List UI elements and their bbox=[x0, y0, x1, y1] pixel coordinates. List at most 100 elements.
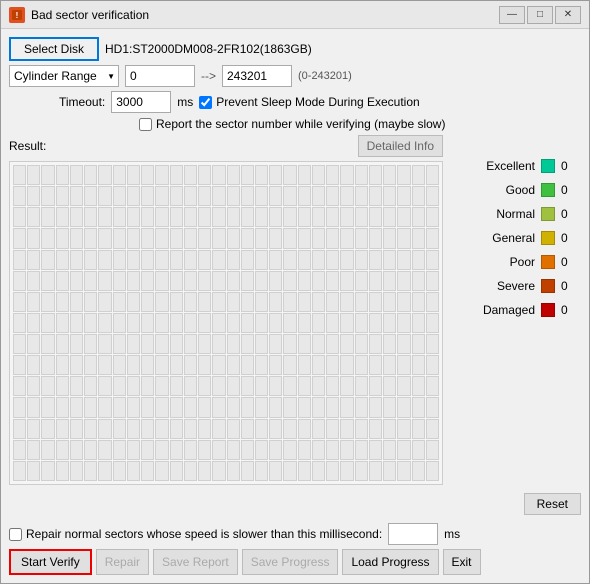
grid-cell bbox=[340, 440, 353, 460]
window-controls: — □ ✕ bbox=[499, 6, 581, 24]
grid-cell bbox=[27, 461, 40, 481]
grid-cell bbox=[312, 461, 325, 481]
grid-cell bbox=[198, 228, 211, 248]
start-verify-button[interactable]: Start Verify bbox=[9, 549, 92, 575]
grid-cell bbox=[283, 271, 296, 291]
save-report-button[interactable]: Save Report bbox=[153, 549, 238, 575]
grid-cell bbox=[113, 186, 126, 206]
repair-ms-input[interactable] bbox=[388, 523, 438, 545]
grid-cell bbox=[227, 334, 240, 354]
legend-color-box bbox=[541, 231, 555, 245]
grid-cell bbox=[27, 334, 40, 354]
grid-cell bbox=[355, 419, 368, 439]
maximize-button[interactable]: □ bbox=[527, 6, 553, 24]
grid-cell bbox=[41, 228, 54, 248]
grid-cell bbox=[56, 334, 69, 354]
grid-cell bbox=[426, 271, 439, 291]
grid-cell bbox=[312, 334, 325, 354]
report-sector-label[interactable]: Report the sector number while verifying… bbox=[139, 117, 445, 131]
grid-cell bbox=[212, 207, 225, 227]
detailed-info-button[interactable]: Detailed Info bbox=[358, 135, 443, 157]
grid-cell bbox=[355, 292, 368, 312]
repair-checkbox[interactable] bbox=[9, 528, 22, 541]
save-progress-button[interactable]: Save Progress bbox=[242, 549, 339, 575]
grid-cell bbox=[141, 165, 154, 185]
cylinder-range-dropdown-wrap[interactable]: Cylinder Range ▼ bbox=[9, 65, 119, 87]
grid-cell bbox=[369, 250, 382, 270]
grid-cell bbox=[383, 313, 396, 333]
grid-cell bbox=[70, 334, 83, 354]
grid-cell bbox=[412, 271, 425, 291]
grid-cell bbox=[426, 440, 439, 460]
grid-cell bbox=[369, 461, 382, 481]
grid-cell bbox=[184, 419, 197, 439]
grid-cell bbox=[84, 228, 97, 248]
grid-cell bbox=[340, 207, 353, 227]
grid-cell bbox=[412, 250, 425, 270]
grid-cell bbox=[98, 440, 111, 460]
repair-row-text: Repair normal sectors whose speed is slo… bbox=[26, 527, 382, 541]
repair-checkbox-label[interactable]: Repair normal sectors whose speed is slo… bbox=[9, 527, 382, 541]
prevent-sleep-label[interactable]: Prevent Sleep Mode During Execution bbox=[199, 95, 419, 109]
grid-cell bbox=[283, 355, 296, 375]
grid-cell bbox=[326, 397, 339, 417]
legend-count: 0 bbox=[561, 159, 581, 173]
legend-name: Good bbox=[451, 183, 535, 197]
grid-cell bbox=[41, 461, 54, 481]
report-sector-checkbox[interactable] bbox=[139, 118, 152, 131]
result-grid bbox=[9, 161, 443, 485]
grid-cell bbox=[412, 397, 425, 417]
reset-button[interactable]: Reset bbox=[524, 493, 581, 515]
grid-cell bbox=[155, 419, 168, 439]
grid-cell bbox=[255, 397, 268, 417]
grid-cell bbox=[269, 271, 282, 291]
exit-button[interactable]: Exit bbox=[443, 549, 481, 575]
minimize-button[interactable]: — bbox=[499, 6, 525, 24]
grid-cell bbox=[283, 250, 296, 270]
app-icon: ! bbox=[9, 7, 25, 23]
grid-cell bbox=[269, 440, 282, 460]
close-button[interactable]: ✕ bbox=[555, 6, 581, 24]
grid-cell bbox=[326, 250, 339, 270]
grid-cell bbox=[13, 376, 26, 396]
grid-cell bbox=[397, 250, 410, 270]
bottom-section: Repair normal sectors whose speed is slo… bbox=[9, 523, 581, 575]
grid-cell bbox=[127, 186, 140, 206]
timeout-input[interactable] bbox=[111, 91, 171, 113]
grid-cell bbox=[227, 419, 240, 439]
repair-button[interactable]: Repair bbox=[96, 549, 149, 575]
grid-cell bbox=[269, 292, 282, 312]
grid-cell bbox=[412, 355, 425, 375]
grid-cell bbox=[255, 292, 268, 312]
grid-cell bbox=[56, 271, 69, 291]
load-progress-button[interactable]: Load Progress bbox=[342, 549, 438, 575]
grid-cell bbox=[170, 419, 183, 439]
cylinder-range-dropdown[interactable]: Cylinder Range bbox=[9, 65, 119, 87]
grid-cell bbox=[98, 376, 111, 396]
grid-cell bbox=[241, 461, 254, 481]
range-start-input[interactable] bbox=[125, 65, 195, 87]
grid-cell bbox=[227, 250, 240, 270]
grid-cell bbox=[84, 376, 97, 396]
prevent-sleep-checkbox[interactable] bbox=[199, 96, 212, 109]
grid-cell bbox=[13, 461, 26, 481]
grid-cell bbox=[383, 207, 396, 227]
grid-cell bbox=[84, 186, 97, 206]
range-end-input[interactable] bbox=[222, 65, 292, 87]
grid-cell bbox=[412, 419, 425, 439]
grid-cell bbox=[70, 186, 83, 206]
grid-cell bbox=[355, 271, 368, 291]
grid-cell bbox=[155, 397, 168, 417]
grid-cell bbox=[98, 228, 111, 248]
result-header: Result: Detailed Info bbox=[9, 135, 443, 157]
grid-cell bbox=[198, 186, 211, 206]
grid-cell bbox=[255, 165, 268, 185]
grid-cell bbox=[255, 376, 268, 396]
grid-cell bbox=[355, 207, 368, 227]
grid-cell bbox=[27, 165, 40, 185]
select-disk-button[interactable]: Select Disk bbox=[9, 37, 99, 61]
legend-row: Excellent 0 bbox=[451, 159, 581, 173]
disk-info: HD1:ST2000DM008-2FR102(1863GB) bbox=[105, 42, 312, 56]
grid-cell bbox=[340, 313, 353, 333]
grid-cell bbox=[113, 419, 126, 439]
